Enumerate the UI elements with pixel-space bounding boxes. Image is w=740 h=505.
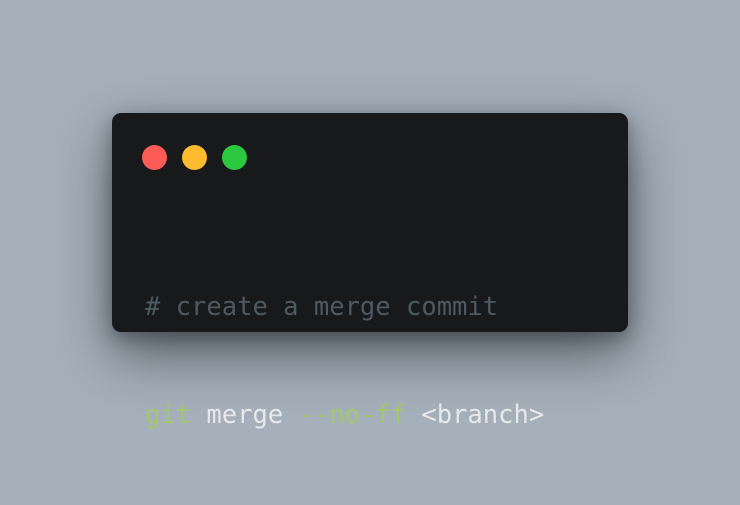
code-subcommand: merge: [206, 400, 284, 430]
code-window: # create a merge commit git merge --no-f…: [112, 113, 628, 430]
code-argument: <branch>: [421, 400, 545, 430]
minimize-dot[interactable]: [182, 145, 207, 170]
comment-line: # create a merge commit: [145, 289, 544, 325]
command-line: git merge --no-ff <branch>: [145, 397, 544, 433]
page-background: { "window": { "controls": [ {"name": "cl…: [0, 0, 740, 446]
maximize-dot[interactable]: [222, 145, 247, 170]
close-dot[interactable]: [142, 145, 167, 170]
code-command: git: [145, 400, 192, 430]
code-block: # create a merge commit git merge --no-f…: [145, 217, 544, 505]
code-comment: # create a merge commit: [145, 292, 499, 322]
code-flag: --no-ff: [298, 400, 407, 430]
window-controls: [142, 145, 247, 170]
